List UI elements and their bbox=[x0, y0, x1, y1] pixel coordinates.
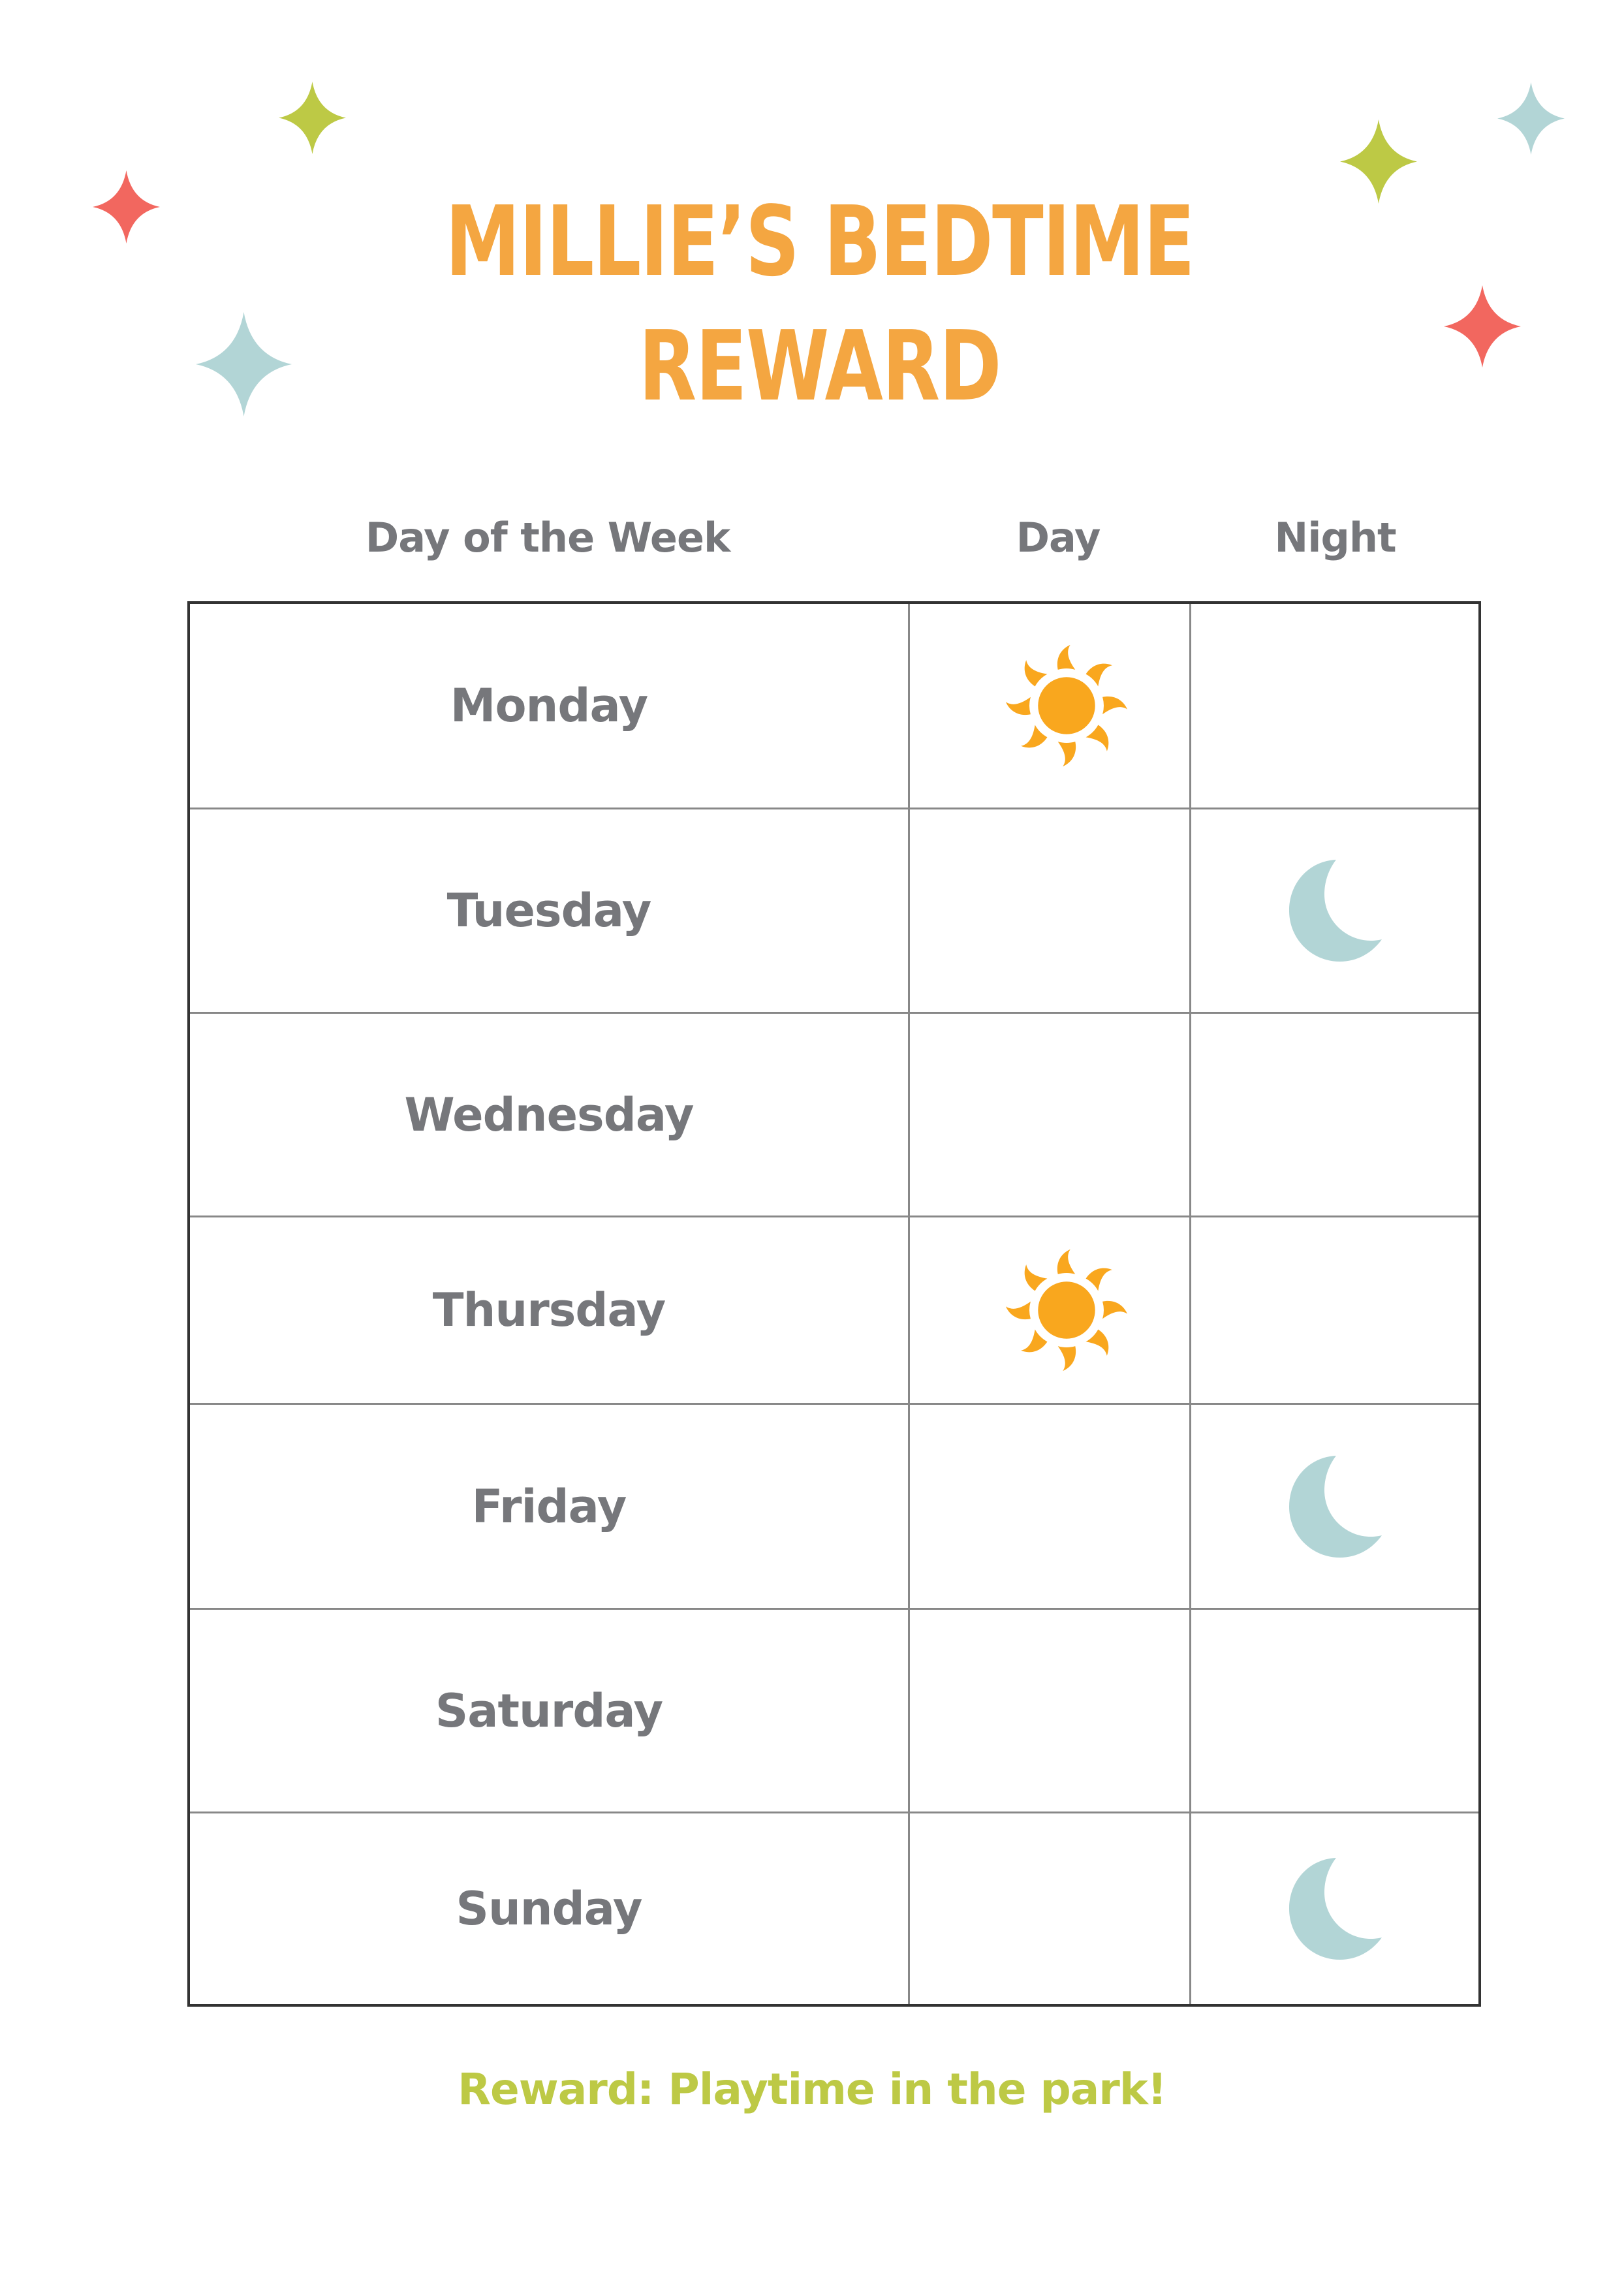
table-row: Thursday bbox=[190, 1216, 1478, 1403]
sun-ray bbox=[1085, 1268, 1112, 1291]
night-mark-cell[interactable] bbox=[1189, 1610, 1478, 1812]
moon-icon bbox=[1289, 1455, 1382, 1558]
night-mark-cell[interactable] bbox=[1189, 1813, 1478, 2004]
night-mark-cell[interactable] bbox=[1189, 1014, 1478, 1216]
sun-ray bbox=[1057, 742, 1076, 767]
sun-ray bbox=[1005, 1301, 1031, 1320]
moon-icon bbox=[1289, 860, 1382, 962]
sparkle-icon bbox=[279, 82, 346, 154]
table-row: Wednesday bbox=[190, 1012, 1478, 1216]
sun-ray bbox=[1085, 1329, 1109, 1356]
day-mark-cell[interactable] bbox=[908, 1813, 1189, 2004]
table-row: Friday bbox=[190, 1403, 1478, 1608]
page-title-line-1: Millie’s Bedtime bbox=[445, 185, 1195, 298]
sun-ray bbox=[1085, 663, 1112, 687]
day-name-cell: Wednesday bbox=[190, 1014, 908, 1216]
sun-ray bbox=[1024, 1264, 1048, 1291]
reward-chart-table: Monday Tuesday Wednesday Thursday Friday bbox=[187, 601, 1481, 2007]
day-name-cell: Monday bbox=[190, 604, 908, 808]
day-name-cell: Tuesday bbox=[190, 809, 908, 1012]
table-row: Monday bbox=[190, 604, 1478, 808]
sparkle-icon bbox=[1497, 82, 1565, 155]
day-name-cell: Thursday bbox=[190, 1217, 908, 1403]
sparkle-shape bbox=[93, 170, 160, 243]
column-header-day: Day bbox=[1016, 514, 1101, 561]
sun-icon bbox=[1005, 644, 1128, 767]
sun-ray bbox=[1021, 1329, 1048, 1353]
sun-ray bbox=[1102, 696, 1128, 715]
day-label: Monday bbox=[450, 679, 648, 732]
sun-ray bbox=[1102, 1300, 1128, 1319]
sparkle-icon bbox=[1444, 285, 1521, 368]
night-mark-cell[interactable] bbox=[1189, 809, 1478, 1012]
day-label: Friday bbox=[471, 1479, 627, 1533]
sparkle-shape bbox=[1340, 119, 1417, 204]
day-label: Saturday bbox=[435, 1684, 663, 1738]
day-name-cell: Sunday bbox=[190, 1813, 908, 2004]
day-label: Tuesday bbox=[446, 884, 652, 937]
sparkle-icon bbox=[1340, 119, 1417, 204]
sparkle-shape bbox=[279, 82, 346, 154]
table-row: Tuesday bbox=[190, 808, 1478, 1012]
column-header-day-of-week: Day of the Week bbox=[365, 514, 730, 561]
sparkle-icon bbox=[93, 170, 160, 243]
page-title-line-2: Reward bbox=[638, 310, 1001, 422]
day-mark-cell[interactable] bbox=[908, 1610, 1189, 1812]
sun-ray bbox=[1024, 660, 1048, 687]
day-mark-cell[interactable] bbox=[908, 604, 1189, 808]
day-label: Wednesday bbox=[404, 1088, 694, 1142]
sun-ray bbox=[1085, 725, 1109, 751]
moon-icon bbox=[1289, 1858, 1382, 1960]
day-name-cell: Friday bbox=[190, 1405, 908, 1608]
sparkle-shape bbox=[1444, 285, 1521, 368]
sun-ray bbox=[1005, 697, 1031, 715]
column-header-night: Night bbox=[1274, 514, 1396, 561]
reward-text: Reward: Playtime in the park! bbox=[458, 2064, 1167, 2114]
day-mark-cell[interactable] bbox=[908, 1217, 1189, 1403]
sun-ray bbox=[1021, 725, 1048, 748]
sparkle-shape bbox=[1497, 82, 1565, 155]
day-name-cell: Saturday bbox=[190, 1610, 908, 1812]
day-mark-cell[interactable] bbox=[908, 1405, 1189, 1608]
table-row: Sunday bbox=[190, 1812, 1478, 2004]
sun-ray bbox=[1057, 644, 1076, 670]
day-label: Sunday bbox=[456, 1882, 643, 1936]
night-mark-cell[interactable] bbox=[1189, 1217, 1478, 1403]
night-mark-cell[interactable] bbox=[1189, 1405, 1478, 1608]
night-mark-cell[interactable] bbox=[1189, 604, 1478, 808]
sun-ray bbox=[1057, 1346, 1076, 1372]
table-row: Saturday bbox=[190, 1608, 1478, 1812]
day-label: Thursday bbox=[432, 1283, 666, 1337]
day-mark-cell[interactable] bbox=[908, 1014, 1189, 1216]
sun-icon bbox=[1005, 1249, 1128, 1372]
day-mark-cell[interactable] bbox=[908, 809, 1189, 1012]
sun-ray bbox=[1057, 1249, 1076, 1274]
